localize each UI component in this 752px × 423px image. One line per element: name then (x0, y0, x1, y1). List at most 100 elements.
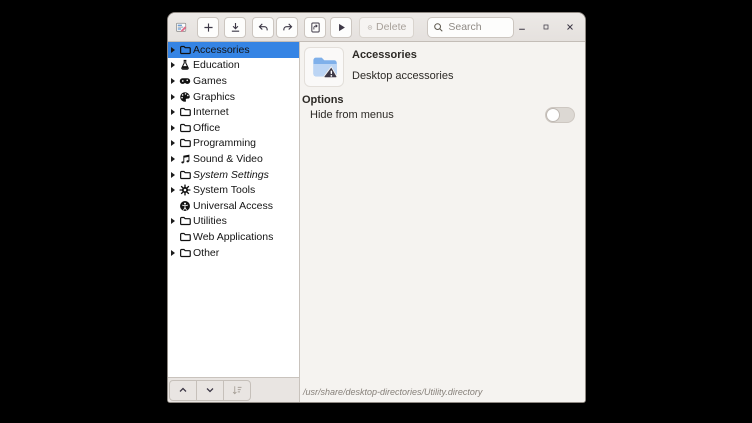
undo-button[interactable] (252, 17, 274, 38)
sidebar-item-label: Games (193, 75, 227, 87)
category-sidebar: Accessories Education Games Graphics Interne… (168, 42, 300, 402)
move-down-button[interactable] (196, 380, 224, 401)
expander-icon[interactable] (170, 187, 179, 193)
details-pane: Accessories Desktop accessories Options … (300, 42, 585, 402)
window-controls (514, 20, 580, 35)
sidebar-item-internet[interactable]: Internet (168, 104, 299, 120)
sidebar-item-label: Other (193, 247, 219, 259)
save-button[interactable] (224, 17, 246, 38)
redo-button[interactable] (276, 17, 298, 38)
sort-button[interactable] (223, 380, 251, 401)
expander-icon[interactable] (170, 156, 179, 162)
sidebar-item-programming[interactable]: Programming (168, 136, 299, 152)
sidebar-item-utilities[interactable]: Utilities (168, 214, 299, 230)
add-button[interactable] (197, 17, 219, 38)
expander-icon[interactable] (170, 218, 179, 224)
folder-icon (179, 122, 191, 134)
add-icon (202, 21, 215, 34)
menu-editor-window: Delete Accessories Education Games Graphics… (167, 12, 586, 403)
expander-icon[interactable] (170, 172, 179, 178)
hide-from-menus-label: Hide from menus (310, 109, 394, 121)
sidebar-item-office[interactable]: Office (168, 120, 299, 136)
music-icon (179, 153, 191, 165)
sidebar-list: Accessories Education Games Graphics Interne… (168, 42, 299, 377)
sidebar-item-web-applications[interactable]: Web Applications (168, 229, 299, 245)
category-icon-button[interactable] (304, 47, 344, 87)
expander-icon[interactable] (170, 47, 179, 53)
sidebar-item-label: Programming (193, 137, 256, 149)
minimize-icon (517, 22, 527, 32)
gear-icon (179, 184, 191, 196)
minimize-button[interactable] (514, 20, 529, 35)
expander-icon[interactable] (170, 78, 179, 84)
sidebar-item-label: Graphics (193, 91, 235, 103)
folder-icon (179, 137, 191, 149)
folder-icon (179, 44, 191, 56)
category-title: Accessories (352, 49, 417, 61)
expander-icon[interactable] (170, 94, 179, 100)
palette-icon (179, 91, 191, 103)
expander-icon[interactable] (170, 250, 179, 256)
sidebar-item-universal-access[interactable]: Universal Access (168, 198, 299, 214)
search-box[interactable] (427, 17, 514, 38)
redo-icon (281, 21, 294, 34)
run-icon (335, 21, 348, 34)
gamepad-icon (179, 75, 191, 87)
flask-icon (179, 59, 191, 71)
move-up-button[interactable] (169, 380, 197, 401)
run-button[interactable] (330, 17, 352, 38)
sidebar-item-label: Web Applications (193, 231, 273, 243)
expander-icon[interactable] (170, 62, 179, 68)
folder-icon (179, 231, 191, 243)
close-icon (565, 22, 575, 32)
delete-button[interactable]: Delete (359, 17, 414, 38)
search-input[interactable] (448, 21, 508, 33)
status-file-path: /usr/share/desktop-directories/Utility.d… (303, 387, 482, 397)
expander-icon[interactable] (170, 140, 179, 146)
sidebar-item-label: Internet (193, 106, 229, 118)
maximize-icon (542, 23, 550, 31)
folder-icon (179, 106, 191, 118)
sidebar-item-other[interactable]: Other (168, 245, 299, 261)
sidebar-item-label: Accessories (193, 44, 250, 56)
chevron-up-icon (177, 384, 189, 396)
main-area: Accessories Education Games Graphics Interne… (168, 42, 585, 402)
sidebar-item-accessories[interactable]: Accessories (168, 42, 299, 58)
sidebar-item-education[interactable]: Education (168, 58, 299, 74)
sidebar-item-label: Office (193, 122, 220, 134)
expander-icon[interactable] (170, 125, 179, 131)
sidebar-item-label: System Tools (193, 184, 255, 196)
folder-icon (179, 169, 191, 181)
sidebar-item-system-settings[interactable]: System Settings (168, 167, 299, 183)
search-icon (433, 22, 444, 33)
headerbar[interactable]: Delete (168, 13, 585, 42)
chevron-down-icon (204, 384, 216, 396)
sidebar-item-system-tools[interactable]: System Tools (168, 182, 299, 198)
folder-icon (179, 247, 191, 259)
sidebar-item-label: Education (193, 59, 240, 71)
save-icon (229, 21, 242, 34)
sidebar-item-label: Sound & Video (193, 153, 263, 165)
sidebar-item-sound-video[interactable]: Sound & Video (168, 151, 299, 167)
options-heading: Options (302, 94, 344, 106)
delete-icon (367, 21, 373, 34)
sidebar-item-label: Universal Access (193, 200, 273, 212)
accessibility-icon (179, 200, 191, 212)
hide-from-menus-toggle[interactable] (545, 107, 575, 123)
expander-icon[interactable] (170, 109, 179, 115)
delete-button-label: Delete (376, 21, 406, 33)
sidebar-item-graphics[interactable]: Graphics (168, 89, 299, 105)
restore-icon (309, 21, 322, 34)
maximize-button[interactable] (538, 20, 553, 35)
category-subtitle: Desktop accessories (352, 70, 454, 82)
restore-button[interactable] (304, 17, 326, 38)
sidebar-footer-toolbar (168, 377, 299, 402)
sort-icon (231, 384, 243, 396)
sidebar-item-games[interactable]: Games (168, 73, 299, 89)
app-icon (176, 21, 187, 34)
close-button[interactable] (562, 20, 577, 35)
sidebar-item-label: Utilities (193, 215, 227, 227)
sidebar-item-label: System Settings (193, 169, 269, 181)
toggle-knob (546, 108, 560, 122)
folder-icon (179, 215, 191, 227)
